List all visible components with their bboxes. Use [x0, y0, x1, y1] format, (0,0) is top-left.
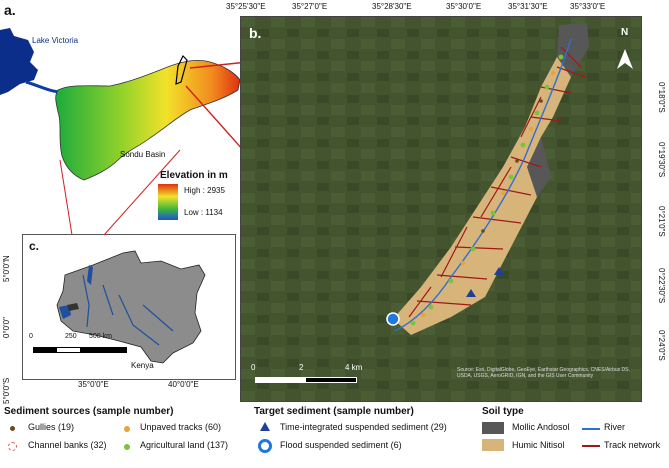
panel-b-right-tick-3: 0°22'30"S — [657, 268, 666, 304]
time-integrated-label: Time-integrated suspended sediment (29) — [280, 422, 447, 432]
panel-b-attribution: Source: Esri, DigitalGlobe, GeoEye, Eart… — [457, 367, 630, 379]
mollic-andosol-swatch — [482, 422, 504, 434]
panel-b-top-tick-4: 35°31'30"E — [508, 2, 548, 11]
panel-b-top-tick-2: 35°28'30"E — [372, 2, 412, 11]
north-label: N — [621, 27, 629, 38]
gullies-marker — [10, 426, 15, 431]
panel-b-top-tick-1: 35°27'0"E — [292, 2, 328, 11]
panel-b-right-tick-4: 0°24'0"S — [657, 330, 666, 361]
time-integrated-marker — [260, 422, 270, 431]
legend-sediment-sources-title: Sediment sources (sample number) — [4, 406, 174, 417]
gullies-label: Gullies (19) — [28, 422, 75, 432]
satellite-map — [241, 17, 641, 401]
channel-banks-label: Channel banks (32) — [28, 440, 107, 450]
flood-sediment-marker — [258, 439, 272, 453]
panel-b: b. N 0 2 4 km Source: Esri, DigitalGlobe… — [240, 16, 642, 402]
unpaved-tracks-label: Unpaved tracks (60) — [140, 422, 222, 432]
legend-soil-type-title: Soil type — [482, 406, 524, 417]
legend-target-sediment-title: Target sediment (sample number) — [254, 406, 414, 417]
flood-sediment-label: Flood suspended sediment (6) — [280, 440, 402, 450]
panel-b-letter: b. — [249, 25, 262, 41]
agricultural-land-marker — [124, 444, 130, 450]
track-network-label: Track network — [604, 440, 661, 450]
flood-sediment-sample — [386, 312, 400, 326]
panel-b-scale-bar — [255, 377, 357, 383]
mollic-andosol-label: Mollic Andosol — [512, 422, 570, 432]
agricultural-land-label: Agricultural land (137) — [140, 440, 229, 450]
panel-b-top-tick-5: 35°33'0"E — [570, 2, 606, 11]
unpaved-tracks-marker — [124, 426, 130, 432]
panel-b-right-tick-0: 0°18'0"S — [657, 82, 666, 113]
panel-b-right-tick-2: 0°21'0"S — [657, 206, 666, 237]
legend: Sediment sources (sample number) Gullies… — [0, 402, 669, 468]
panel-b-scale-tick-1: 2 — [299, 363, 304, 372]
panel-b-top-tick-3: 35°30'0"E — [446, 2, 482, 11]
humic-nitisol-swatch — [482, 439, 504, 451]
panel-b-right-tick-1: 0°19'30"S — [657, 142, 666, 178]
channel-banks-marker — [8, 442, 17, 451]
panel-b-scale-tick-0: 0 — [251, 363, 256, 372]
river-line-swatch — [582, 428, 600, 430]
river-label: River — [604, 422, 626, 432]
humic-nitisol-label: Humic Nitisol — [512, 440, 565, 450]
panel-b-scale-tick-2: 4 km — [345, 363, 363, 372]
track-network-swatch — [582, 445, 600, 447]
panel-b-top-tick-0: 35°25'30"E — [226, 2, 266, 11]
